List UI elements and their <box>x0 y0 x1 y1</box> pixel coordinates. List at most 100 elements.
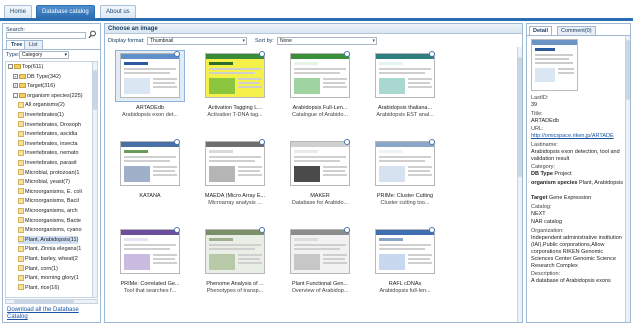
tree-item-label: DB Type(342) <box>27 73 61 80</box>
thumbnail-subtitle: Arabidopsis exon det... <box>122 112 178 118</box>
detail-field-label: Lastiname: <box>531 141 558 148</box>
thumbnail-image <box>120 141 180 186</box>
tab-database-catalog[interactable]: Database catalog <box>36 5 95 18</box>
thumbnail-card[interactable]: KATANA <box>110 137 190 207</box>
magnify-icon[interactable] <box>429 227 435 233</box>
tree-item[interactable]: Microbial, protozoan(1 <box>18 169 79 177</box>
grid-scrollbar[interactable] <box>517 47 522 322</box>
category-icon <box>18 236 24 243</box>
tree-item[interactable]: Invertebrates(1) <box>18 111 64 119</box>
tree-item[interactable]: Plant, barley, wheat(2 <box>18 255 78 263</box>
detail-scrollbar[interactable] <box>625 36 630 322</box>
sort-by-select[interactable]: None ▾ <box>277 37 377 45</box>
magnify-icon[interactable] <box>429 51 435 57</box>
tree-item-label: Target(316) <box>27 83 56 90</box>
sort-by-label: Sort by: <box>255 38 274 44</box>
thumbnail-card[interactable]: MAEDA (Micro Array E... Microarray analys… <box>195 137 275 207</box>
tree-item[interactable]: Invertebrates, ascidia <box>18 130 77 138</box>
magnify-icon[interactable] <box>174 139 180 145</box>
thumbnail-image <box>205 229 265 274</box>
thumbnail-card[interactable]: Plant Functional Gen... Overview of Arabi… <box>280 225 360 295</box>
panel-title: Choose an image <box>105 24 522 34</box>
thumbnail-subtitle: Tool that searches f... <box>123 288 177 294</box>
type-select[interactable]: Category ▾ <box>19 51 69 59</box>
tab-about-us[interactable]: About us <box>100 5 136 18</box>
tree-item[interactable]: + DB Type(342) <box>13 73 61 81</box>
detail-category: DB Type Project <box>531 171 572 177</box>
tab-home[interactable]: Home <box>4 5 33 18</box>
tree-item[interactable]: Plant, Arabidopsis(11) <box>18 235 79 244</box>
magnify-icon[interactable] <box>429 139 435 145</box>
magnify-icon[interactable] <box>174 227 180 233</box>
thumbnail-title: ARTADEdb <box>136 105 164 111</box>
thumbnail-card[interactable]: Arabidopsis thaliana... Arabidopsis EST a… <box>365 49 445 119</box>
top-navigation: Home Database catalog About us <box>0 0 633 21</box>
search-icon[interactable] <box>88 30 97 39</box>
tree-item[interactable]: All organisms(2) <box>18 101 65 109</box>
detail-url-link[interactable]: http://omicspace.riken.jp/ARTADE <box>531 133 625 140</box>
detail-field-label: Category: <box>531 164 555 170</box>
tree-item[interactable]: Microorganisms, arch <box>18 207 78 215</box>
tree-item[interactable]: Invertebrates, parasit <box>18 159 77 167</box>
tree-vertical-scrollbar[interactable] <box>92 62 97 297</box>
magnify-icon[interactable] <box>344 139 350 145</box>
tree-item-label: Invertebrates, ascidia <box>25 131 78 138</box>
thumbnail-title: MAKER <box>310 193 330 199</box>
tree-item-label: Plant, rice(16) <box>25 284 60 291</box>
tree-item[interactable]: Microorganisms, E. coli <box>18 188 82 196</box>
thumbnail-card[interactable]: Arabidopsis Full-Len... Catalogue of Arab… <box>280 49 360 119</box>
tab-comment[interactable]: Comment(0) <box>557 26 596 35</box>
thumbnail-title: PRIMe: Cluster Cutting <box>376 193 434 199</box>
tree-item[interactable]: Invertebrates, insecta <box>18 140 78 148</box>
thumbnail-subtitle: Arabidopsis EST anal... <box>376 112 434 118</box>
display-format-select[interactable]: Thumbnail ▾ <box>147 37 247 45</box>
tree-item[interactable]: Microorganisms, cyano <box>18 226 82 234</box>
thumbnail-frame <box>286 227 354 277</box>
thumbnail-frame <box>371 227 439 277</box>
tab-list[interactable]: List <box>24 40 43 49</box>
category-icon <box>18 207 24 214</box>
tree-item[interactable]: Plant, morning glory(1 <box>18 274 79 282</box>
tab-detail[interactable]: Detail <box>529 26 552 35</box>
expand-icon[interactable]: + <box>13 73 18 79</box>
thumbnail-card[interactable]: RAFL cDNAs Arabidopsis full-len... <box>365 225 445 295</box>
tree-item[interactable]: Invertebrates, nemato <box>18 149 79 157</box>
tree-item[interactable]: Microorganisms, Bacte <box>18 217 81 225</box>
tree-item[interactable]: Microbial, yeast(7) <box>18 178 70 186</box>
download-catalog-link[interactable]: Download all the Database Catalog <box>7 307 99 321</box>
thumbnail-card[interactable]: Phenome Analysis of ... Phenotypes of tra… <box>195 225 275 295</box>
search-input[interactable] <box>6 32 86 39</box>
tree-item[interactable]: Microorganisms, Bacil <box>18 197 79 205</box>
tree-item[interactable]: Plant, rice(16) <box>18 284 59 292</box>
thumbnail-card[interactable]: PRIMe: Cluster Cutting Cluster cutting to… <box>365 137 445 207</box>
magnify-icon[interactable] <box>259 227 265 233</box>
tree-item[interactable]: Plant, Zinnia elegans(1 <box>18 245 81 253</box>
magnify-icon[interactable] <box>259 51 265 57</box>
collapse-icon[interactable]: - <box>13 92 18 98</box>
thumbnail-card[interactable]: PRIMe: Correlated Ge... Tool that searche… <box>110 225 190 295</box>
thumbnail-card[interactable]: MAKER Database for Arabido... <box>280 137 360 207</box>
tree-item[interactable]: - organism species(225) <box>13 92 83 100</box>
tree-item[interactable]: - Top(611) <box>8 63 43 71</box>
magnify-icon[interactable] <box>344 227 350 233</box>
thumbnail-card[interactable]: Activation Tagging L... Activation T-DNA … <box>195 49 275 119</box>
type-select-value: Category <box>22 52 43 58</box>
magnify-icon[interactable] <box>174 51 180 57</box>
expand-icon[interactable]: + <box>13 83 18 89</box>
thumbnail-card[interactable]: ARTADEdb Arabidopsis exon det... <box>110 49 190 119</box>
tree-item-label: Plant, barley, wheat(2 <box>25 256 78 262</box>
magnify-icon[interactable] <box>344 51 350 57</box>
tree-horizontal-scrollbar[interactable] <box>5 299 98 304</box>
sort-by-value: None <box>280 38 292 44</box>
thumbnail-title: Phenome Analysis of ... <box>206 281 264 287</box>
magnify-icon[interactable] <box>259 139 265 145</box>
tree-item[interactable]: Invertebrates, Drosoph <box>18 121 81 129</box>
category-icon <box>18 140 24 147</box>
category-icon <box>18 188 24 195</box>
category-icon <box>18 226 24 233</box>
tree-item[interactable]: Plant, corn(1) <box>18 265 58 273</box>
detail-field-value: ARTADEdb <box>531 117 559 124</box>
tree-item[interactable]: + Target(316) <box>13 82 55 90</box>
thumbnail-image <box>375 229 435 274</box>
collapse-icon[interactable]: - <box>8 64 13 70</box>
